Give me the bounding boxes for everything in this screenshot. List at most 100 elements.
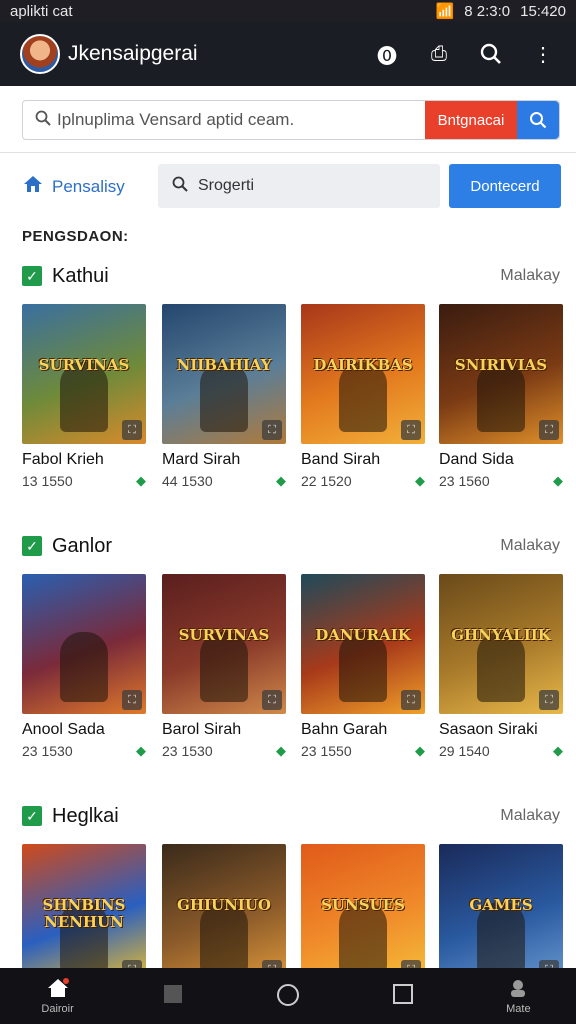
game-title: Sasaon Siraki <box>439 721 538 738</box>
search-icon <box>29 110 57 131</box>
game-meta-value: 22 1520 <box>301 473 352 489</box>
game-title: Anool Sada <box>22 721 105 738</box>
home-filter-chip[interactable]: Pensalisy <box>22 174 125 199</box>
search-icon[interactable] <box>478 41 504 67</box>
search-submit-button[interactable] <box>517 101 559 139</box>
expand-icon[interactable]: ⛶ <box>122 420 142 440</box>
nav-profile[interactable]: Mate <box>478 977 558 1015</box>
game-cover-image[interactable]: GHIUNIUO⛶ <box>162 844 286 984</box>
game-title: Bahn Garah <box>301 721 388 738</box>
app-bar: Jkensaipgerai ⓿ ⎙ ⋮ <box>0 22 576 86</box>
cover-title-art: SUNSUES <box>321 896 405 915</box>
notification-icon[interactable]: ⓿ <box>374 41 400 68</box>
game-cover-image[interactable]: SURVINAS ⛶ <box>22 304 146 444</box>
game-card[interactable]: SURVINAS ⛶ Fabol Krieh 13 1550 ◆ <box>22 304 146 489</box>
download-icon[interactable]: ◆ <box>415 743 425 759</box>
download-icon[interactable]: ◆ <box>136 743 146 759</box>
status-time: 15:420 <box>520 2 566 20</box>
game-section: ✓HeglkaiMalakaySHNBINS NENHUN⛶GHIUNIUO⛶S… <box>0 802 576 992</box>
game-cover-image[interactable]: SHNBINS NENHUN⛶ <box>22 844 146 984</box>
download-icon[interactable]: ◆ <box>553 473 563 489</box>
nav-home-button[interactable] <box>248 983 328 1009</box>
filter-row: Pensalisy Srogerti Dontecerd <box>0 164 576 208</box>
game-cover-image[interactable]: SUNSUES⛶ <box>301 844 425 984</box>
game-meta-value: 23 1550 <box>301 743 352 759</box>
game-meta-value: 29 1540 <box>439 743 490 759</box>
game-title: Barol Sirah <box>162 721 242 738</box>
cover-title-art: GHNYALIIK <box>451 626 551 645</box>
cover-title-art: NIIBAHIAY <box>176 356 272 375</box>
more-vert-icon[interactable]: ⋮ <box>530 41 556 67</box>
game-title: Dand Sida <box>439 451 514 468</box>
game-cover-image[interactable]: NIIBAHIAY ⛶ <box>162 304 286 444</box>
home-filter-label: Pensalisy <box>52 176 125 196</box>
game-card[interactable]: SNIRIVIAS ⛶ Dand Sida 23 1560 ◆ <box>439 304 563 489</box>
search-bar[interactable]: Iplnuplima Vensard aptid ceam. Bntgnacai <box>22 100 560 140</box>
game-meta: 23 1530 ◆ <box>22 743 146 759</box>
game-cover-image[interactable]: SNIRIVIAS ⛶ <box>439 304 563 444</box>
download-icon[interactable]: ◆ <box>276 743 286 759</box>
section-title: Ganlor <box>52 534 113 557</box>
game-title: Mard Sirah <box>162 451 241 468</box>
bottom-nav: Dairoir Mate <box>0 968 576 1024</box>
game-card[interactable]: DAIRIKBAS ⛶ Band Sirah 22 1520 ◆ <box>301 304 425 489</box>
game-cover-image[interactable]: SURVINAS ⛶ <box>162 574 286 714</box>
game-card[interactable]: DANURAIK ⛶ Bahn Garah 23 1550 ◆ <box>301 574 425 759</box>
game-card[interactable]: SURVINAS ⛶ Barol Sirah 23 1530 ◆ <box>162 574 286 759</box>
download-icon[interactable]: ◆ <box>553 743 563 759</box>
download-icon[interactable]: ◆ <box>276 473 286 489</box>
see-more-link[interactable]: Malakay <box>500 267 560 285</box>
game-title: Fabol Krieh <box>22 451 104 468</box>
cover-title-art: GHIUNIUO <box>177 896 271 915</box>
filter-input[interactable]: Srogerti <box>158 164 440 208</box>
section-title: Heglkai <box>52 804 119 827</box>
game-meta: 23 1560 ◆ <box>439 473 563 489</box>
game-cover-image[interactable]: ⛶ <box>22 574 146 714</box>
nav-home-label: Dairoir <box>41 1003 74 1015</box>
section-subheading: PENGSDAON: <box>22 228 129 245</box>
checkbox-icon[interactable]: ✓ <box>22 266 42 286</box>
expand-icon[interactable]: ⛶ <box>262 690 282 710</box>
expand-icon[interactable]: ⛶ <box>539 690 559 710</box>
nav-recent[interactable] <box>133 983 213 1009</box>
game-card[interactable]: ⛶ Anool Sada 23 1530 ◆ <box>22 574 146 759</box>
share-icon[interactable]: ⎙ <box>426 41 452 67</box>
avatar[interactable] <box>20 34 60 74</box>
checkbox-icon[interactable]: ✓ <box>22 536 42 556</box>
section-header: ✓ Ganlor Malakay <box>22 532 560 560</box>
see-more-link[interactable]: Malakay <box>500 807 560 825</box>
see-more-link[interactable]: Malakay <box>500 537 560 555</box>
section-header: ✓ Kathui Malakay <box>22 262 560 290</box>
game-card[interactable]: GHNYALIIK ⛶ Sasaon Siraki 29 1540 ◆ <box>439 574 563 759</box>
game-cover-image[interactable]: GHNYALIIK ⛶ <box>439 574 563 714</box>
game-cover-image[interactable]: DAIRIKBAS ⛶ <box>301 304 425 444</box>
cover-title-art: DAIRIKBAS <box>313 356 413 375</box>
game-meta-value: 23 1560 <box>439 473 490 489</box>
expand-icon[interactable]: ⛶ <box>262 420 282 440</box>
cover-title-art: SNIRIVIAS <box>454 356 548 375</box>
expand-icon[interactable]: ⛶ <box>122 690 142 710</box>
checkbox-icon[interactable]: ✓ <box>22 806 42 826</box>
signal-icon: 📶 <box>435 3 455 20</box>
expand-icon[interactable]: ⛶ <box>539 420 559 440</box>
cover-title-art: GAMES <box>469 896 533 915</box>
search-input[interactable]: Iplnuplima Vensard aptid ceam. <box>57 110 425 130</box>
game-card[interactable]: NIIBAHIAY ⛶ Mard Sirah 44 1530 ◆ <box>162 304 286 489</box>
download-icon[interactable]: ◆ <box>136 473 146 489</box>
divider <box>0 152 576 153</box>
status-bar: aplikti cat 📶 8 2:3:0 15:420 <box>0 0 576 22</box>
cover-title-art: SURVINAS <box>178 626 270 645</box>
download-icon[interactable]: ◆ <box>415 473 425 489</box>
expand-icon[interactable]: ⛶ <box>401 420 421 440</box>
expand-icon[interactable]: ⛶ <box>401 690 421 710</box>
circle-icon <box>276 983 300 1009</box>
game-cover-image[interactable]: DANURAIK ⛶ <box>301 574 425 714</box>
game-section: ✓ Kathui Malakay SURVINAS ⛶ Fabol Krieh 13 155… <box>0 262 576 489</box>
game-title: Band Sirah <box>301 451 381 468</box>
primary-button[interactable]: Dontecerd <box>449 164 561 208</box>
nav-back[interactable] <box>363 983 443 1009</box>
nav-home[interactable]: Dairoir <box>18 977 98 1015</box>
section-header: ✓ Heglkai Malakay <box>22 802 560 830</box>
game-cover-image[interactable]: GAMES⛶ <box>439 844 563 984</box>
search-action-button[interactable]: Bntgnacai <box>425 101 517 139</box>
